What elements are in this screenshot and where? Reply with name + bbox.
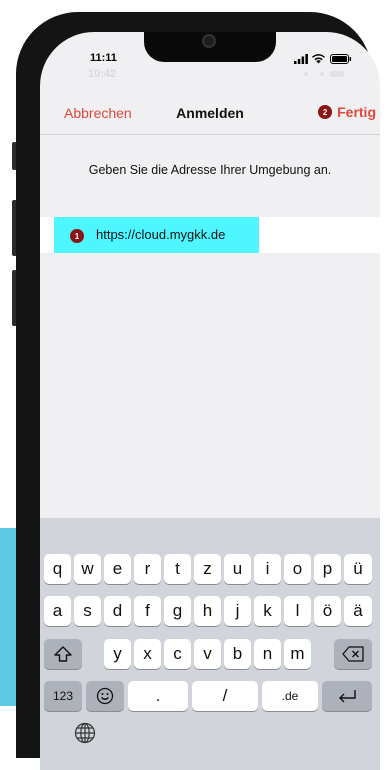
numbers-key[interactable]: 123: [44, 681, 82, 711]
phone-screen: 11:11 10:42 Abbrechen Anmelden 2 Fertig …: [40, 32, 380, 770]
step-badge: 2: [318, 105, 333, 119]
key-l[interactable]: l: [284, 596, 311, 626]
key-x[interactable]: x: [134, 639, 161, 669]
key-b[interactable]: b: [224, 639, 251, 669]
key-g[interactable]: g: [164, 596, 191, 626]
key-h[interactable]: h: [194, 596, 221, 626]
dot-key[interactable]: .: [128, 681, 188, 711]
done-label: Fertig: [337, 104, 376, 120]
key-j[interactable]: j: [224, 596, 251, 626]
key-p[interactable]: p: [314, 554, 341, 584]
wifi-icon: [311, 53, 326, 64]
step-badge: 1: [70, 229, 84, 243]
return-icon: [339, 690, 356, 703]
emoji-icon: [96, 687, 114, 705]
shift-icon: [54, 646, 72, 662]
key-n[interactable]: n: [254, 639, 281, 669]
return-key[interactable]: [322, 681, 372, 711]
phone-frame: 11:11 10:42 Abbrechen Anmelden 2 Fertig …: [16, 12, 380, 770]
instruction-text: Geben Sie die Adresse Ihrer Umgebung an.: [88, 163, 332, 177]
globe-button[interactable]: [74, 722, 96, 744]
status-time-ghost: 10:42: [88, 68, 117, 80]
battery-icon: [330, 54, 352, 64]
status-icons-ghost: [296, 70, 346, 78]
key-ae[interactable]: ä: [344, 596, 372, 626]
key-o[interactable]: o: [284, 554, 311, 584]
key-e[interactable]: e: [104, 554, 131, 584]
globe-icon: [74, 722, 96, 744]
key-u[interactable]: u: [224, 554, 251, 584]
key-a[interactable]: a: [44, 596, 71, 626]
emoji-key[interactable]: [86, 681, 124, 711]
key-q[interactable]: q: [44, 554, 71, 584]
key-v[interactable]: v: [194, 639, 221, 669]
key-ue[interactable]: ü: [344, 554, 372, 584]
de-key[interactable]: .de: [262, 681, 318, 711]
key-f[interactable]: f: [134, 596, 161, 626]
key-k[interactable]: k: [254, 596, 281, 626]
key-w[interactable]: w: [74, 554, 101, 584]
backspace-key[interactable]: [334, 639, 372, 669]
key-z[interactable]: z: [194, 554, 221, 584]
url-input[interactable]: https://cloud.mygkk.de: [96, 227, 225, 242]
shift-key[interactable]: [44, 639, 82, 669]
status-time: 11:11: [90, 52, 117, 64]
nav-divider: [40, 134, 380, 135]
signal-icon: [294, 54, 308, 64]
camera-icon: [202, 34, 216, 48]
done-button[interactable]: 2 Fertig: [318, 104, 376, 120]
key-m[interactable]: m: [284, 639, 311, 669]
key-d[interactable]: d: [104, 596, 131, 626]
key-t[interactable]: t: [164, 554, 191, 584]
backspace-icon: [342, 646, 364, 662]
key-s[interactable]: s: [74, 596, 101, 626]
key-i[interactable]: i: [254, 554, 281, 584]
key-r[interactable]: r: [134, 554, 161, 584]
key-y[interactable]: y: [104, 639, 131, 669]
key-c[interactable]: c: [164, 639, 191, 669]
dynamic-island: [144, 32, 276, 62]
key-oe[interactable]: ö: [314, 596, 341, 626]
slash-key[interactable]: /: [192, 681, 258, 711]
